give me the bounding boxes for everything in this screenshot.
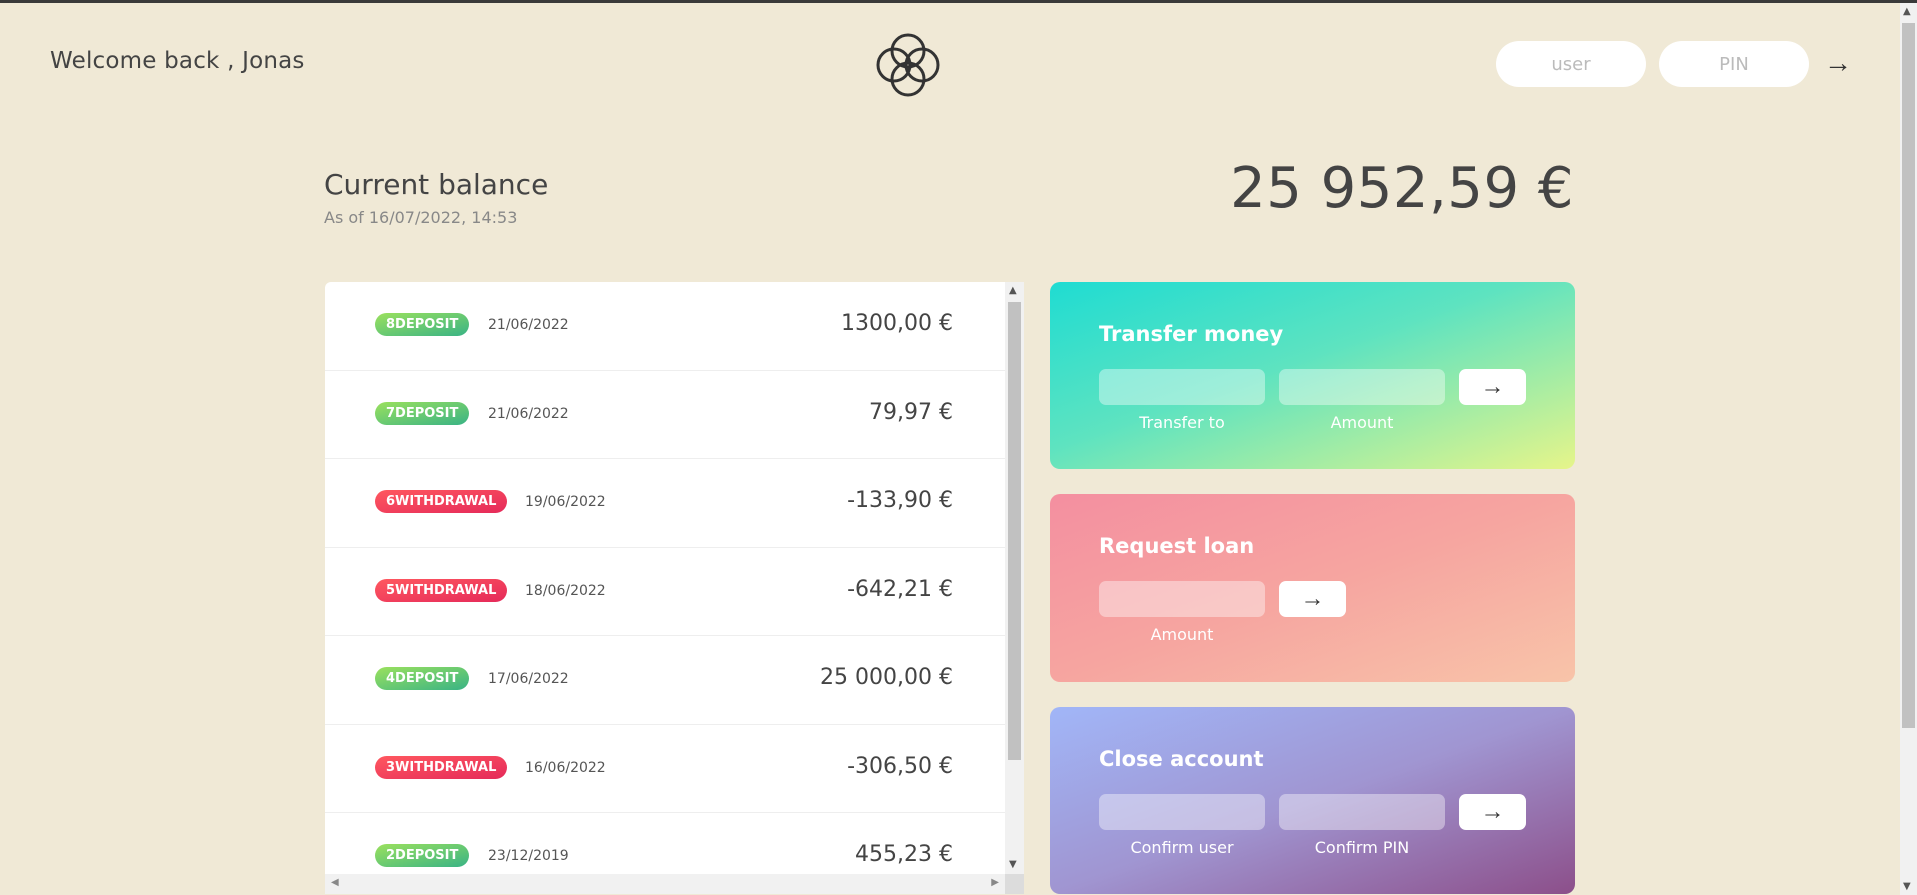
movement-date: 23/12/2019 [488,848,569,864]
movements-vertical-scrollbar[interactable]: ▲ ▼ [1005,282,1024,874]
movement-date: 21/06/2022 [488,405,569,422]
scroll-up-icon[interactable]: ▲ [1009,285,1017,296]
movement-value: 1300,00 € [841,311,953,336]
movement-date: 21/06/2022 [488,317,569,333]
movement-row: 6WITHDRAWAL 19/06/2022 -133,90 € [325,459,1005,548]
movement-value: 79,97 € [869,399,953,425]
movement-value: -306,50 € [847,753,953,779]
movement-row: 7DEPOSIT 21/06/2022 79,97 € [325,371,1005,459]
close-user-input[interactable] [1099,794,1265,830]
movement-date: 17/06/2022 [488,671,569,687]
balance-label: Current balance [324,168,549,201]
close-user-label: Confirm user [1130,838,1234,857]
loan-button[interactable]: → [1279,581,1346,617]
movement-type-badge: 8DEPOSIT [375,313,470,336]
movement-row: 8DEPOSIT 21/06/2022 1300,00 € [325,282,1005,371]
balance-date: As of 16/07/2022, 14:53 [324,208,518,227]
transfer-amount-label: Amount [1330,413,1394,432]
movement-date: 19/06/2022 [525,494,606,510]
movement-row: 5WITHDRAWAL 18/06/2022 -642,21 € [325,548,1005,636]
page-scrollbar-thumb[interactable] [1902,23,1915,728]
movement-value: -642,21 € [847,576,953,602]
movement-date: 16/06/2022 [525,759,606,776]
movement-row: 2DEPOSIT 23/12/2019 455,23 € [325,813,1005,874]
scroll-down-icon[interactable]: ▼ [1009,859,1017,870]
welcome-message: Welcome back , Jonas [50,48,305,74]
movement-type-badge: 2DEPOSIT [375,844,470,867]
transfer-amount-input[interactable] [1279,369,1445,405]
movement-value: 455,23 € [855,842,953,867]
page-scroll-up-icon[interactable]: ▲ [1903,6,1911,17]
loan-panel: Request loan → Amount [1050,494,1575,682]
movement-type-badge: 4DEPOSIT [375,667,470,690]
movements-list: 8DEPOSIT 21/06/2022 1300,00 € 7DEPOSIT 21/06… [325,282,1005,874]
transfer-button[interactable]: → [1459,369,1526,405]
loan-amount-label: Amount [1150,625,1214,644]
page-scrollbar[interactable]: ▲ ▼ [1900,3,1917,895]
scroll-right-icon[interactable]: ▶ [991,877,999,888]
movements-panel: 8DEPOSIT 21/06/2022 1300,00 € 7DEPOSIT 21/06… [325,282,1024,894]
movements-horizontal-scrollbar[interactable]: ◀ ▶ [325,874,1005,894]
close-pin-label: Confirm PIN [1314,838,1410,857]
scrollbar-corner [1005,874,1024,894]
movement-value: 25 000,00 € [820,665,953,690]
login-user-input[interactable] [1496,41,1646,87]
close-account-panel: Close account → Confirm user Confirm PIN [1050,707,1575,894]
loan-title: Request loan [1099,534,1255,558]
movement-type-badge: 3WITHDRAWAL [375,755,508,779]
close-pin-input[interactable] [1279,794,1445,830]
transfer-to-label: Transfer to [1139,413,1225,432]
movement-value: -133,90 € [847,488,953,513]
transfer-to-input[interactable] [1099,369,1265,405]
movement-type-badge: 5WITHDRAWAL [375,578,508,602]
balance-value: 25 952,59 € [1230,156,1574,221]
login-pin-input[interactable] [1659,41,1809,87]
transfer-panel: Transfer money → Transfer to Amount [1050,282,1575,469]
scrollbar-thumb[interactable] [1008,302,1021,760]
movement-date: 18/06/2022 [525,582,606,599]
movement-type-badge: 7DEPOSIT [375,401,470,425]
page-scroll-down-icon[interactable]: ▼ [1903,881,1911,892]
close-account-button[interactable]: → [1459,794,1526,830]
movement-row: 3WITHDRAWAL 16/06/2022 -306,50 € [325,725,1005,813]
loan-amount-input[interactable] [1099,581,1265,617]
close-account-title: Close account [1099,747,1264,771]
movement-type-badge: 6WITHDRAWAL [375,490,508,513]
movement-row: 4DEPOSIT 17/06/2022 25 000,00 € [325,636,1005,725]
login-button[interactable]: → [1818,43,1858,83]
transfer-title: Transfer money [1099,322,1284,346]
logo-icon [876,33,940,97]
scroll-left-icon[interactable]: ◀ [331,877,339,888]
